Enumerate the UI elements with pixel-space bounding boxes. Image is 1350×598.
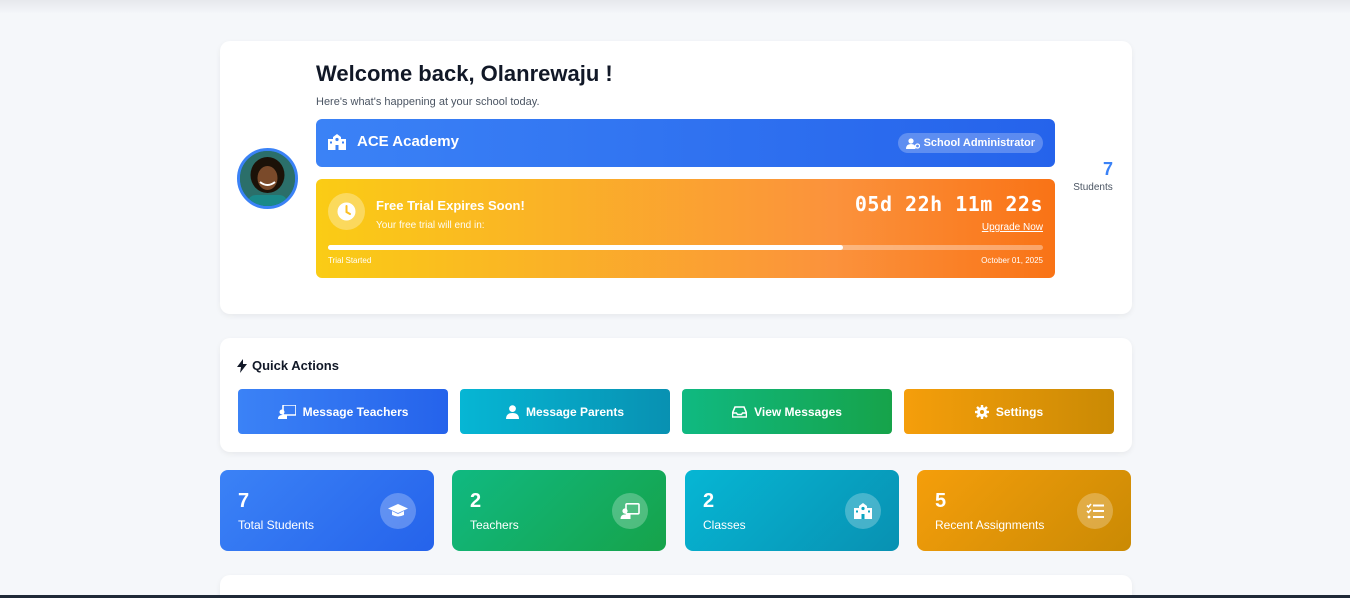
- trial-countdown: 05d 22h 11m 22s: [854, 192, 1043, 216]
- total-students-count: 7: [238, 490, 250, 512]
- trial-title: Free Trial Expires Soon!: [376, 198, 525, 213]
- gear-icon: [974, 404, 989, 419]
- top-navbar-shadow: [0, 0, 1350, 14]
- total-students-card[interactable]: 7 Total Students: [220, 470, 434, 551]
- welcome-subtitle: Here's what's happening at your school t…: [316, 96, 540, 108]
- quick-actions-card: Quick Actions Message Teachers Message P…: [220, 338, 1132, 452]
- students-side-count: 7: [1102, 159, 1113, 179]
- clock-icon-wrap: [328, 193, 365, 230]
- chalkboard-teacher-icon: [612, 493, 648, 529]
- user-avatar[interactable]: [237, 148, 298, 209]
- message-teachers-button[interactable]: Message Teachers: [238, 389, 448, 434]
- user-icon: [505, 404, 519, 419]
- user-cog-icon: [905, 137, 920, 149]
- graduation-cap-icon: [380, 493, 416, 529]
- settings-label: Settings: [995, 404, 1044, 419]
- trial-progress-fill: [328, 245, 843, 250]
- recent-assignments-card[interactable]: 5 Recent Assignments: [917, 470, 1131, 551]
- students-side-stat: 7 Students: [1073, 159, 1113, 193]
- view-messages-label: View Messages: [754, 404, 842, 419]
- trial-progress-track: [328, 245, 1043, 250]
- message-teachers-label: Message Teachers: [302, 404, 409, 419]
- classes-count: 2: [703, 490, 715, 512]
- welcome-title: Welcome back, Olanrewaju !: [316, 61, 613, 86]
- teachers-count: 2: [470, 490, 482, 512]
- message-parents-button[interactable]: Message Parents: [460, 389, 670, 434]
- chalkboard-teacher-icon: [277, 404, 296, 419]
- quick-actions-heading: Quick Actions: [237, 358, 339, 373]
- role-badge-label: School Administrator: [923, 137, 1035, 149]
- school-banner: ACE Academy School Administrator: [316, 119, 1055, 167]
- bolt-icon: [237, 358, 247, 373]
- school-icon: [845, 493, 881, 529]
- trial-end-date: October 01, 2025: [981, 256, 1043, 265]
- tasks-icon: [1077, 493, 1113, 529]
- upgrade-now-link[interactable]: Upgrade Now: [982, 222, 1043, 233]
- classes-label: Classes: [703, 518, 746, 532]
- recent-assignments-label: Recent Assignments: [935, 518, 1045, 532]
- inbox-icon: [732, 405, 748, 418]
- students-side-label: Students: [1073, 182, 1113, 193]
- trial-start-label: Trial Started: [328, 256, 372, 265]
- trial-subtitle: Your free trial will end in:: [376, 220, 485, 231]
- school-icon: [328, 134, 346, 150]
- quick-actions-title: Quick Actions: [252, 358, 339, 373]
- school-name: ACE Academy: [357, 133, 459, 150]
- welcome-card: Welcome back, Olanrewaju ! Here's what's…: [220, 41, 1132, 314]
- trial-banner: Free Trial Expires Soon! Your free trial…: [316, 179, 1055, 278]
- classes-card[interactable]: 2 Classes: [685, 470, 899, 551]
- teachers-label: Teachers: [470, 518, 519, 532]
- view-messages-button[interactable]: View Messages: [682, 389, 892, 434]
- recent-assignments-count: 5: [935, 490, 947, 512]
- teachers-card[interactable]: 2 Teachers: [452, 470, 666, 551]
- total-students-label: Total Students: [238, 518, 315, 532]
- settings-button[interactable]: Settings: [904, 389, 1114, 434]
- clock-icon: [337, 202, 356, 221]
- role-badge: School Administrator: [897, 133, 1043, 153]
- message-parents-label: Message Parents: [525, 404, 625, 419]
